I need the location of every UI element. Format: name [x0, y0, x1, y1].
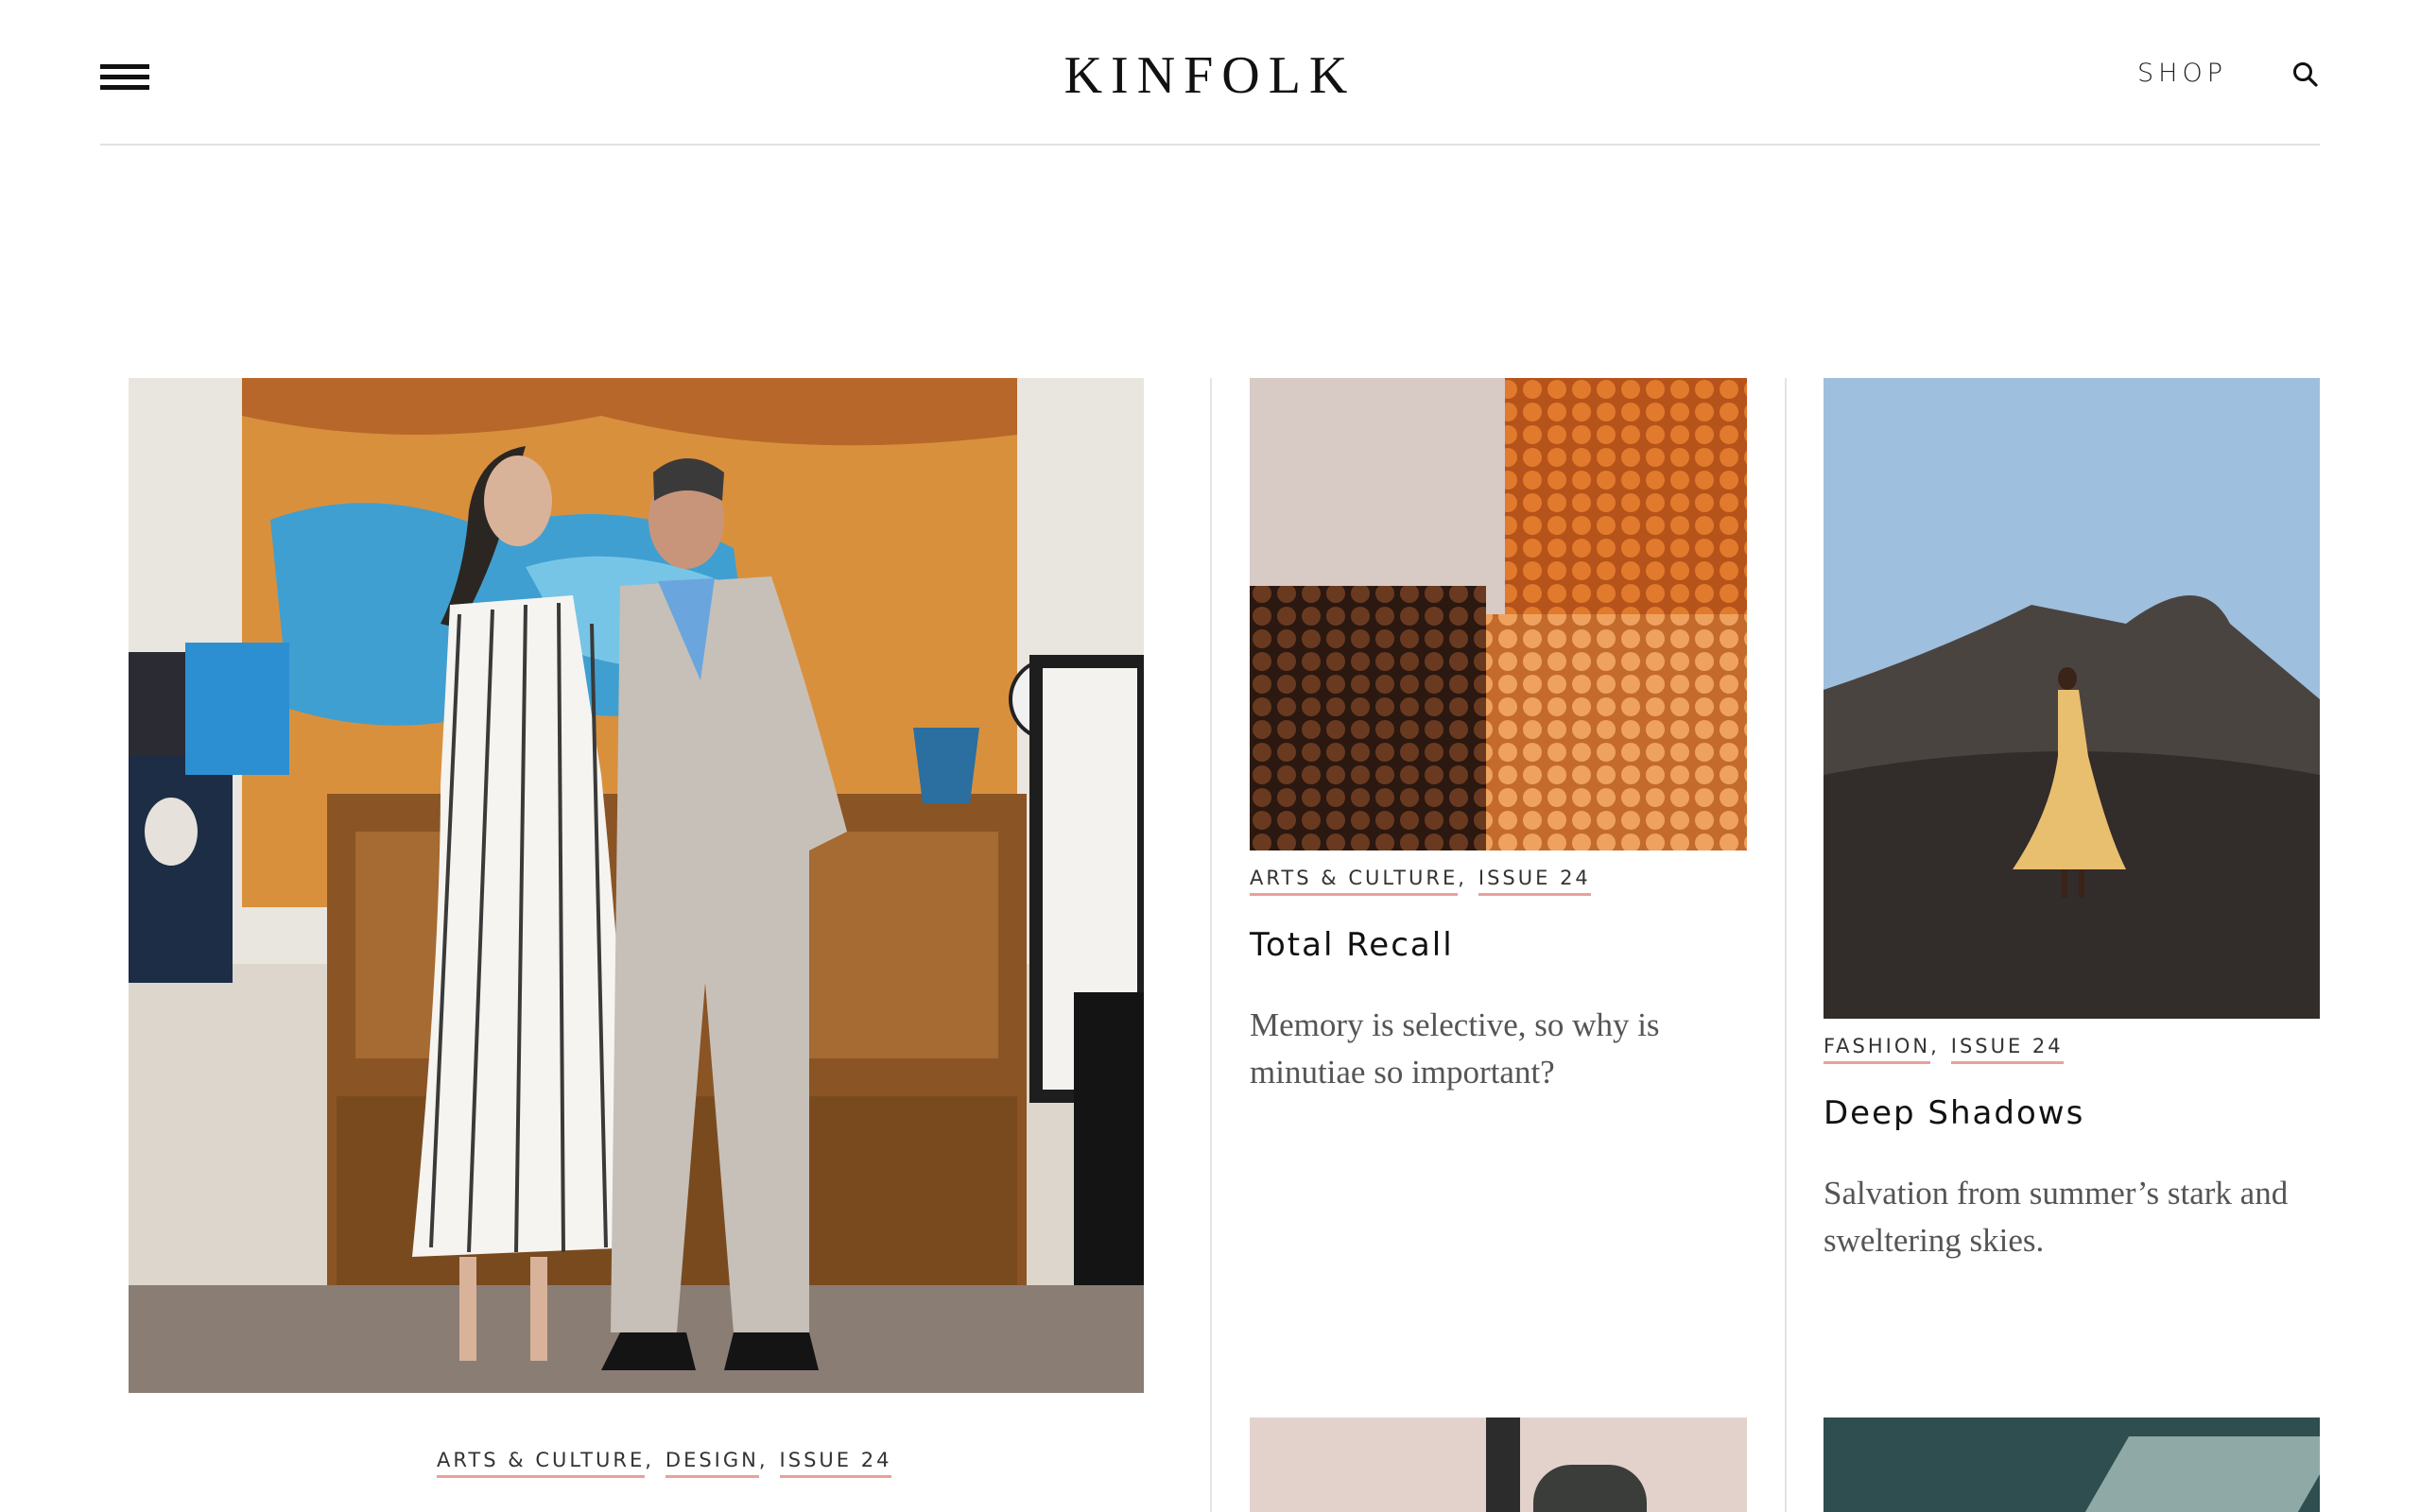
mosaic-tiles-photo	[1250, 378, 1747, 850]
couple-portrait-photo	[129, 378, 1144, 1393]
tag-link[interactable]: ISSUE 24	[1478, 867, 1591, 896]
article-image-next[interactable]	[1250, 1418, 1747, 1512]
tag-link[interactable]: FASHION	[1824, 1035, 1931, 1064]
article-tags-total-recall: ARTS & CULTURE, ISSUE 24	[1250, 867, 1591, 896]
article-description: Memory is selective, so why is minutiae …	[1250, 1006, 1660, 1091]
tag-link[interactable]: ISSUE 24	[1950, 1035, 2064, 1064]
column-divider	[1785, 378, 1787, 1512]
shop-link[interactable]: SHOP	[2137, 59, 2227, 88]
article-tags-deep-shadows: FASHION, ISSUE 24	[1824, 1035, 2064, 1064]
site-logo[interactable]: KINFOLK	[100, 42, 2320, 110]
volcano-fashion-photo	[1824, 378, 2320, 1019]
article-description: Salvation from summer’s stark and swelte…	[1824, 1175, 2289, 1259]
article-image-total-recall[interactable]	[1250, 378, 1747, 850]
article-title[interactable]: Deep Shadows	[1824, 1094, 2084, 1132]
tag-link[interactable]: ARTS & CULTURE	[437, 1449, 646, 1478]
search-icon[interactable]	[2291, 60, 2320, 89]
featured-article-image[interactable]	[129, 378, 1144, 1393]
article-title[interactable]: Total Recall	[1250, 926, 1454, 964]
column-divider	[1210, 378, 1212, 1512]
tag-link[interactable]: ISSUE 24	[779, 1449, 892, 1478]
site-header: KINFOLK SHOP	[100, 0, 2320, 146]
tag-link[interactable]: ARTS & CULTURE	[1250, 867, 1459, 896]
featured-article-tags: ARTS & CULTURE, DESIGN, ISSUE 24	[437, 1449, 892, 1478]
article-image-deep-shadows[interactable]	[1824, 378, 2320, 1019]
tag-link[interactable]: DESIGN	[665, 1449, 759, 1478]
article-image-next[interactable]	[1824, 1418, 2320, 1512]
